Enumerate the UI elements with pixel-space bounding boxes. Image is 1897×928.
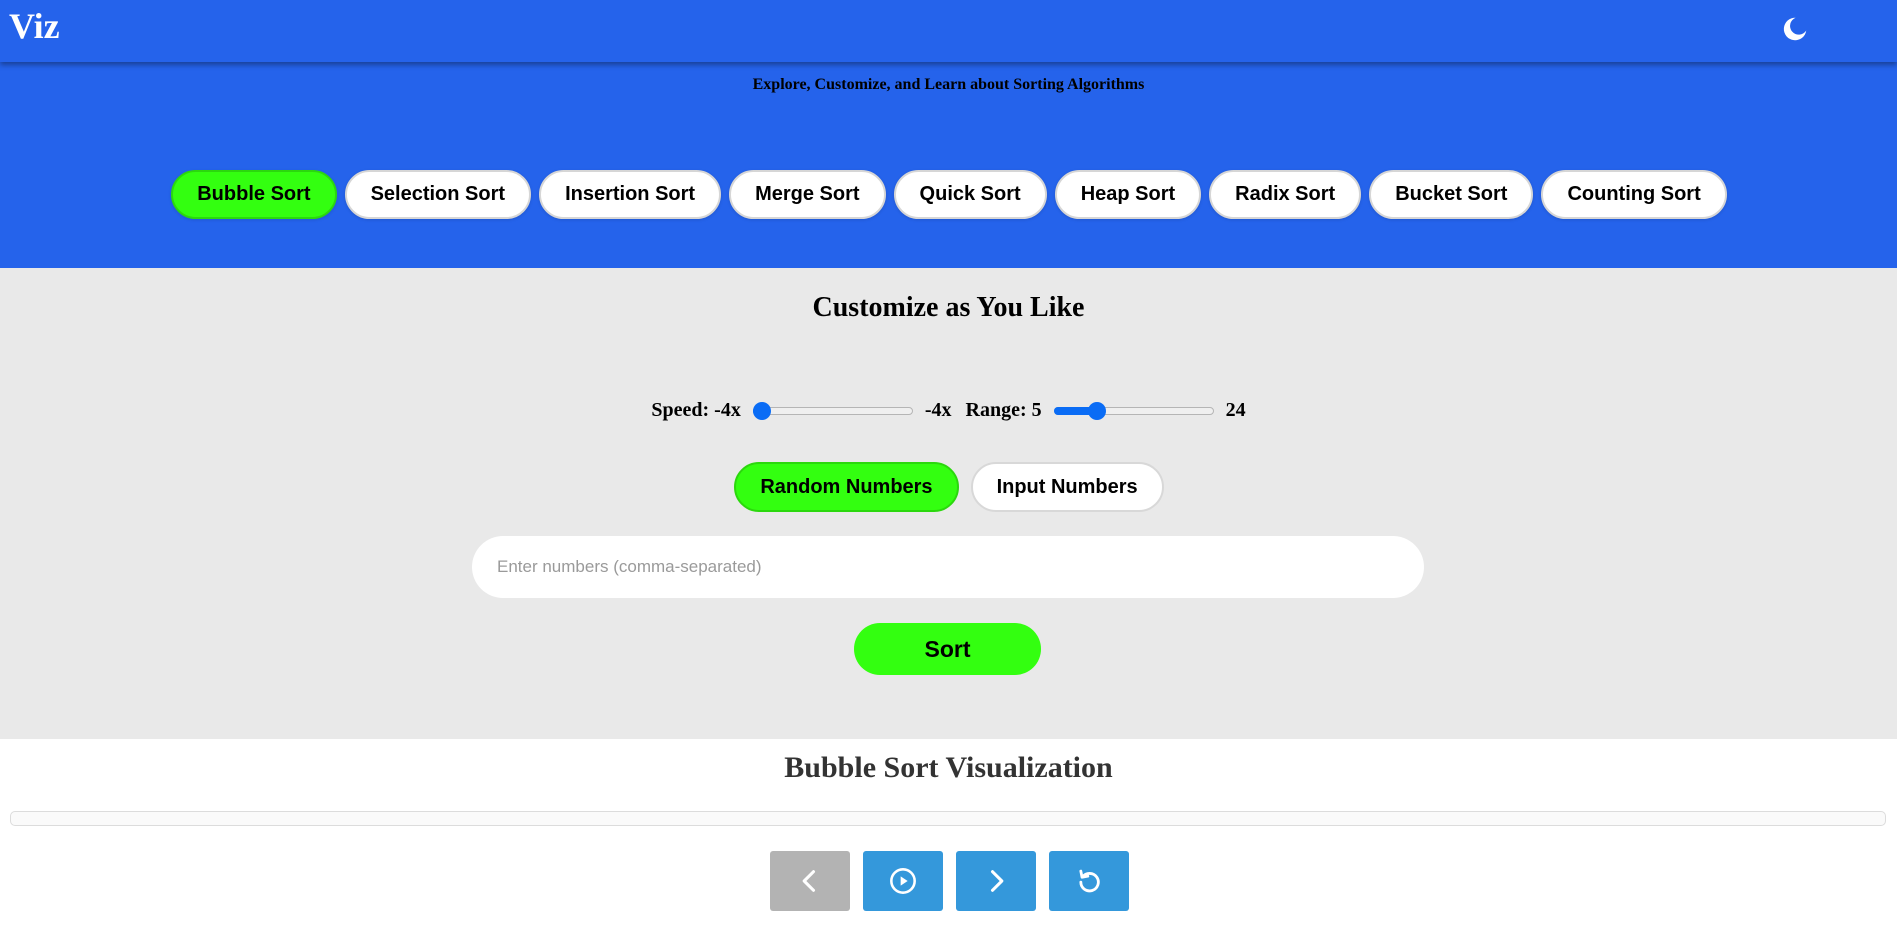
algo-button-merge-sort[interactable]: Merge Sort bbox=[729, 170, 886, 219]
speed-slider-thumb[interactable] bbox=[752, 401, 771, 420]
moon-icon[interactable] bbox=[1780, 14, 1810, 44]
algo-button-selection-sort[interactable]: Selection Sort bbox=[344, 170, 532, 219]
input-mode-selector: Random Numbers Input Numbers bbox=[0, 462, 1897, 512]
customize-title: Customize as You Like bbox=[812, 292, 1085, 323]
slider-controls: Speed: -4x -4x Range: 5 24 bbox=[0, 399, 1897, 422]
app-logo[interactable]: Viz bbox=[9, 8, 60, 44]
speed-label: Speed: -4x bbox=[651, 399, 741, 421]
input-numbers-button[interactable]: Input Numbers bbox=[970, 462, 1164, 512]
algo-button-radix-sort[interactable]: Radix Sort bbox=[1209, 170, 1362, 219]
speed-slider-track bbox=[752, 406, 913, 415]
playback-controls bbox=[0, 851, 1897, 911]
numbers-input[interactable] bbox=[472, 536, 1424, 598]
reset-button[interactable] bbox=[1049, 851, 1129, 911]
algo-button-insertion-sort[interactable]: Insertion Sort bbox=[539, 170, 722, 219]
speed-value: -4x bbox=[924, 399, 952, 421]
next-step-button[interactable] bbox=[956, 851, 1036, 911]
visualization-area bbox=[10, 811, 1886, 826]
range-slider[interactable] bbox=[1053, 401, 1214, 420]
speed-slider[interactable] bbox=[752, 401, 913, 420]
algo-button-heap-sort[interactable]: Heap Sort bbox=[1054, 170, 1202, 219]
customize-section: Customize as You Like Speed: -4x -4x Ran… bbox=[0, 268, 1897, 739]
algorithm-selector: Bubble Sort Selection Sort Insertion Sor… bbox=[0, 170, 1897, 219]
previous-step-button[interactable] bbox=[770, 851, 850, 911]
sort-button[interactable]: Sort bbox=[854, 623, 1041, 675]
tagline: Explore, Customize, and Learn about Sort… bbox=[752, 76, 1145, 93]
navbar: Viz bbox=[0, 0, 1897, 62]
reset-icon bbox=[1079, 869, 1100, 893]
algo-button-quick-sort[interactable]: Quick Sort bbox=[893, 170, 1047, 219]
hero-section: Explore, Customize, and Learn about Sort… bbox=[0, 62, 1897, 268]
visualization-title: Bubble Sort Visualization bbox=[784, 751, 1113, 784]
range-label: Range: 5 bbox=[965, 399, 1042, 421]
algo-button-counting-sort[interactable]: Counting Sort bbox=[1541, 170, 1727, 219]
chevron-right-icon bbox=[990, 870, 1004, 892]
algo-button-bubble-sort[interactable]: Bubble Sort bbox=[171, 170, 337, 219]
range-value: 24 bbox=[1225, 399, 1246, 421]
play-button[interactable] bbox=[863, 851, 943, 911]
range-slider-thumb[interactable] bbox=[1087, 401, 1106, 420]
play-circle-icon bbox=[890, 868, 916, 894]
random-numbers-button[interactable]: Random Numbers bbox=[734, 462, 959, 512]
algo-button-bucket-sort[interactable]: Bucket Sort bbox=[1369, 170, 1534, 219]
chevron-left-icon bbox=[802, 870, 816, 892]
